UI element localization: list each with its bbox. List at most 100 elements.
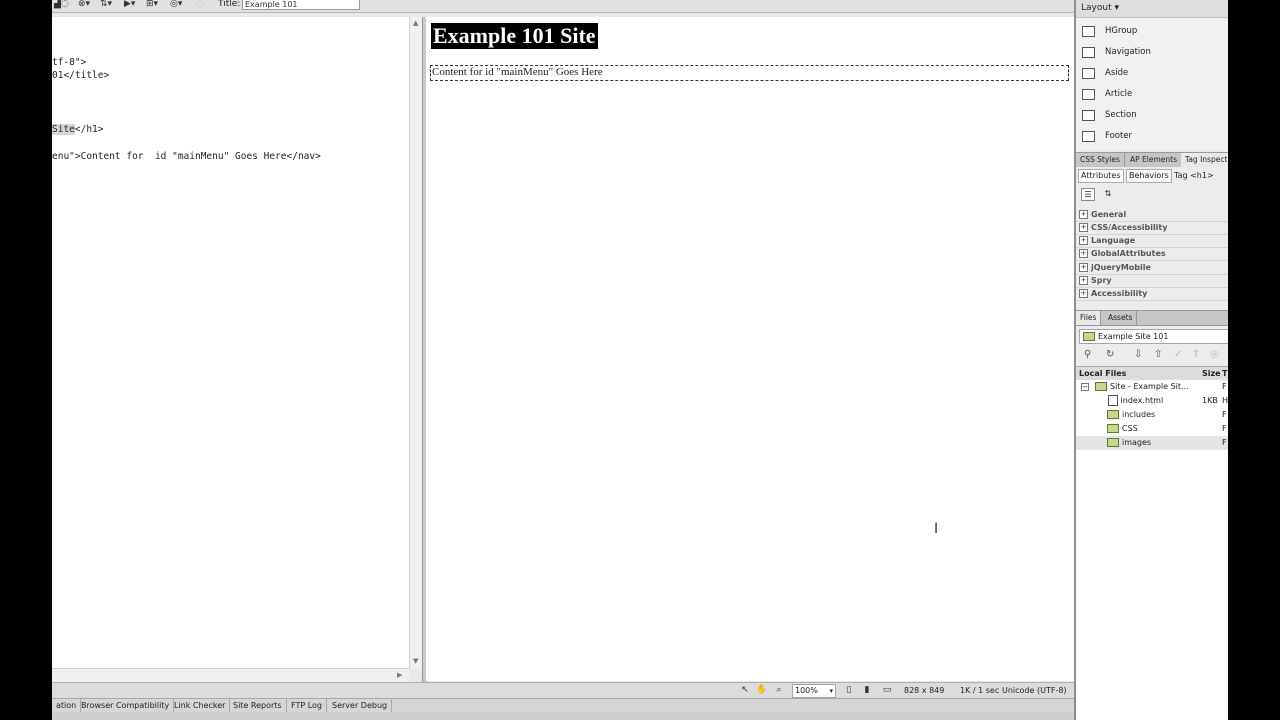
- window-size[interactable]: 828 x 849: [904, 683, 944, 698]
- select-tool-icon[interactable]: ↖: [740, 685, 750, 695]
- live-view-icon[interactable]: ◌: [196, 0, 204, 9]
- expand-icon[interactable]: +: [1079, 289, 1088, 298]
- type-header[interactable]: T: [1222, 367, 1227, 380]
- expand-icon[interactable]: +: [1079, 249, 1088, 258]
- tab-site-reports[interactable]: Site Reports: [229, 699, 287, 712]
- results-panel-tabs: ation Browser Compatibility Link Checker…: [52, 698, 1074, 712]
- layout-item-hgroup[interactable]: HGroup: [1076, 21, 1228, 42]
- tab-ap-elements[interactable]: AP Elements: [1126, 153, 1182, 167]
- code-fragment: </h1>: [74, 124, 104, 135]
- check-out-icon[interactable]: ✓: [1174, 348, 1182, 362]
- layout-item-label: Footer: [1105, 131, 1133, 141]
- tree-item-label: Site - Example Sit...: [1110, 382, 1189, 391]
- article-icon: [1082, 89, 1095, 100]
- code-vertical-scrollbar[interactable]: ▲ ▼: [409, 17, 423, 669]
- tree-row-file[interactable]: index.html 1KB H: [1076, 394, 1228, 408]
- zoom-select[interactable]: 100% ▾: [792, 684, 836, 698]
- chevron-down-icon: ▾: [829, 687, 833, 695]
- hand-tool-icon[interactable]: ✋: [756, 685, 767, 695]
- zoom-tool-icon[interactable]: ⌕: [774, 685, 784, 695]
- expand-icon[interactable]: +: [1079, 210, 1088, 219]
- file-management-icon[interactable]: ⇅▾: [100, 0, 112, 9]
- category-row[interactable]: + General: [1076, 208, 1228, 222]
- expand-icon[interactable]: +: [1079, 276, 1088, 285]
- files-tabs: Files Assets: [1076, 310, 1228, 326]
- refresh-icon[interactable]: ⊞▾: [146, 0, 158, 9]
- layout-panel-header[interactable]: Layout ▾: [1076, 0, 1228, 18]
- tree-row-folder[interactable]: CSS F: [1076, 422, 1228, 436]
- folder-icon: [1095, 382, 1107, 391]
- tree-row-site[interactable]: − Site - Example Sit... F: [1076, 380, 1228, 394]
- expand-icon[interactable]: +: [1079, 263, 1088, 272]
- category-row[interactable]: + CSS/Accessibility: [1076, 221, 1228, 235]
- category-row[interactable]: + Accessibility: [1076, 287, 1228, 301]
- tree-item-type: F: [1222, 382, 1227, 391]
- tab-tag-inspector[interactable]: Tag Inspect: [1181, 153, 1228, 167]
- layout-item-label: Navigation: [1105, 47, 1151, 57]
- expand-icon[interactable]: +: [1079, 236, 1088, 245]
- alphabetical-view-icon[interactable]: ⇅: [1102, 188, 1114, 199]
- title-input[interactable]: Example 101: [242, 0, 360, 10]
- desktop-size-icon[interactable]: ▭: [882, 685, 892, 695]
- layout-item-aside[interactable]: Aside: [1076, 63, 1228, 84]
- refresh-icon[interactable]: ↻: [1106, 348, 1114, 362]
- layout-item-section[interactable]: Section: [1076, 105, 1228, 126]
- tree-row-folder-selected[interactable]: images F: [1076, 436, 1228, 450]
- scroll-up-icon[interactable]: ▲: [413, 19, 418, 27]
- design-view[interactable]: Example 101 Site Content for id "mainMen…: [426, 17, 1074, 681]
- text-cursor-icon: I: [934, 521, 939, 537]
- tab-css-styles[interactable]: CSS Styles: [1076, 153, 1125, 167]
- document-toolbar: ▟◌ ⊗▾ ⇅▾ ▶▾ ⊞▾ ◎▾ ◌ Title: Example 101: [52, 0, 1074, 13]
- local-files-header[interactable]: Local Files: [1079, 367, 1126, 380]
- folder-icon: [1107, 410, 1119, 419]
- tab-browser-compatibility[interactable]: Browser Compatibility: [77, 699, 175, 712]
- expand-icon[interactable]: +: [1079, 223, 1088, 232]
- behaviors-button[interactable]: Behaviors: [1126, 169, 1172, 183]
- mobile-size-icon[interactable]: ▯: [844, 685, 854, 695]
- site-select[interactable]: Example Site 101: [1079, 329, 1228, 344]
- layout-item-article[interactable]: Article: [1076, 84, 1228, 105]
- validate-icon[interactable]: ⊗▾: [78, 0, 90, 9]
- scroll-right-icon[interactable]: ▶: [397, 671, 402, 679]
- category-view-icon[interactable]: ☰: [1081, 188, 1095, 201]
- tab-ftp-log[interactable]: FTP Log: [287, 699, 328, 712]
- hgroup-icon: [1082, 26, 1095, 37]
- category-row[interactable]: + GlobalAttributes: [1076, 247, 1228, 261]
- code-view[interactable]: tf-8"> 01</title> Site</h1> enu">Content…: [52, 17, 409, 668]
- tree-item-type: F: [1222, 438, 1227, 447]
- connect-icon[interactable]: ⚲: [1084, 348, 1091, 362]
- layout-item-label: Aside: [1105, 68, 1129, 78]
- attributes-button[interactable]: Attributes: [1078, 169, 1124, 183]
- navigation-icon: [1082, 47, 1095, 58]
- page-heading[interactable]: Example 101 Site: [431, 23, 598, 49]
- layout-list: HGroup Navigation Aside Article Section …: [1076, 18, 1228, 150]
- tree-row-folder[interactable]: includes F: [1076, 408, 1228, 422]
- preview-icon[interactable]: ▶▾: [124, 0, 135, 9]
- get-files-icon[interactable]: ⇩: [1134, 348, 1142, 362]
- category-row[interactable]: + jQueryMobile: [1076, 261, 1228, 275]
- category-row[interactable]: + Language: [1076, 234, 1228, 248]
- layout-item-footer[interactable]: Footer: [1076, 126, 1228, 147]
- code-horizontal-scrollbar[interactable]: ▶: [52, 668, 409, 682]
- tab-assets[interactable]: Assets: [1104, 311, 1138, 325]
- sync-icon[interactable]: ◎: [1210, 348, 1219, 362]
- status-bar: ↖ ✋ ⌕ 100% ▾ ▯ ▮ ▭ 828 x 849 1K / 1 sec U…: [52, 682, 1074, 698]
- collapse-icon[interactable]: −: [1081, 383, 1089, 391]
- tree-item-type: F: [1222, 410, 1227, 419]
- main-menu-nav[interactable]: Content for id "mainMenu" Goes Here: [430, 65, 1069, 81]
- tab-link-checker[interactable]: Link Checker: [170, 699, 231, 712]
- scroll-down-icon[interactable]: ▼: [413, 657, 418, 665]
- size-header[interactable]: Size: [1202, 367, 1221, 380]
- check-in-icon[interactable]: ⇑: [1192, 348, 1200, 362]
- code-selection: Site: [52, 124, 75, 135]
- check-page-icon[interactable]: ▟◌: [54, 0, 69, 9]
- attribute-categories: + General + CSS/Accessibility + Language + G…: [1076, 207, 1228, 309]
- put-files-icon[interactable]: ⇧: [1154, 348, 1162, 362]
- tab-files[interactable]: Files: [1076, 311, 1102, 325]
- layout-item-navigation[interactable]: Navigation: [1076, 42, 1228, 63]
- category-row[interactable]: + Spry: [1076, 274, 1228, 288]
- visual-aids-icon[interactable]: ◎▾: [170, 0, 182, 9]
- tablet-size-icon[interactable]: ▮: [862, 685, 872, 695]
- tab-server-debug[interactable]: Server Debug: [328, 699, 393, 712]
- folder-icon: [1107, 438, 1119, 447]
